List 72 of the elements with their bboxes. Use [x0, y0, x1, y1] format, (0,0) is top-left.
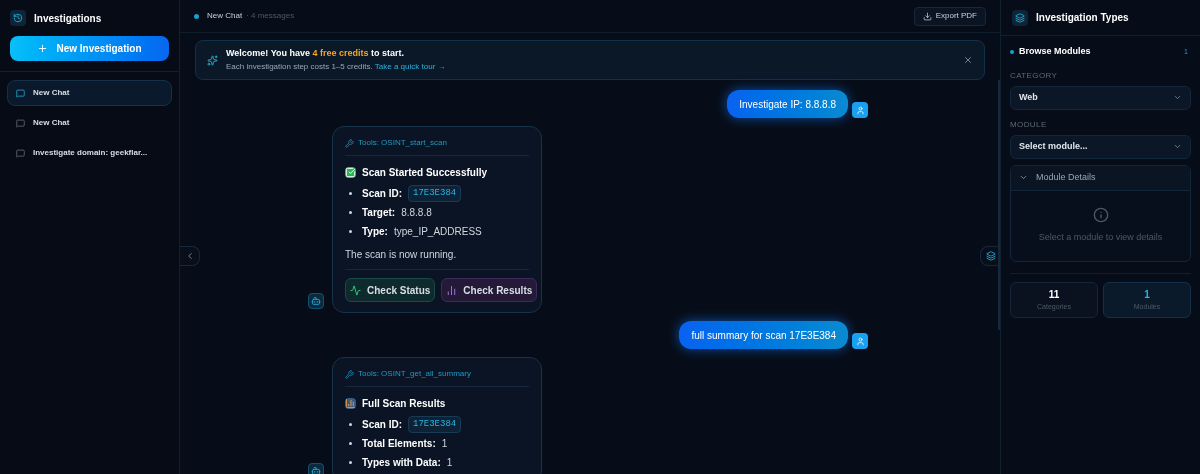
- status-note: The scan is now running.: [345, 248, 458, 261]
- layers-toggle-button[interactable]: [980, 246, 1000, 266]
- chevron-down-icon: [1173, 93, 1182, 102]
- chat-bubble-icon: [16, 148, 25, 158]
- new-investigation-button[interactable]: New Investigation: [10, 36, 169, 61]
- field-value: type_IP_ADDRESS: [393, 225, 482, 239]
- result-title: Full Scan Results: [362, 396, 446, 411]
- close-icon: [963, 55, 973, 65]
- chat-bubble-icon: [16, 118, 25, 128]
- chat-history-item[interactable]: Investigate domain: geekflar...: [7, 140, 172, 166]
- download-icon: [922, 11, 932, 21]
- check-status-button[interactable]: Check Status: [345, 278, 436, 302]
- field-label: Types with Data:: [362, 456, 441, 470]
- field-label: Scan ID:: [362, 418, 402, 432]
- close-button[interactable]: [963, 55, 973, 65]
- message-count: · 4 messages: [246, 10, 295, 22]
- pulse-icon: [350, 284, 361, 296]
- module-label: MODULE: [1010, 118, 1048, 131]
- field-value: 1: [446, 456, 453, 470]
- chat-title: New Chat: [207, 10, 243, 22]
- bullet-icon: [349, 211, 352, 214]
- chat-history-item[interactable]: New Chat: [7, 80, 172, 106]
- category-label: CATEGORY: [1010, 69, 1059, 82]
- plus-icon: [37, 43, 49, 54]
- welcome-text: Welcome! You have 4 free credits to start.: [226, 47, 406, 61]
- section-title: Browse Modules: [1019, 45, 1091, 58]
- export-pdf-button[interactable]: Export PDF: [913, 6, 986, 26]
- chevron-down-icon: [1173, 142, 1182, 151]
- history-icon: [10, 10, 26, 26]
- user-message-bubble: full summary for scan 17E3E384: [679, 321, 848, 349]
- wrench-icon: [345, 369, 354, 379]
- stat-value: 1: [1144, 287, 1150, 302]
- field-value: 8.8.8.8: [401, 206, 432, 220]
- field-label: Target:: [362, 206, 396, 220]
- bullet-icon: [349, 461, 352, 464]
- category-select[interactable]: Web: [1010, 85, 1191, 110]
- user-avatar-icon: [852, 102, 868, 118]
- field-label: Type:: [362, 225, 388, 239]
- sidebar-title: Investigations: [34, 11, 102, 26]
- empty-details-text: Select a module to view details: [1038, 230, 1163, 244]
- sparkles-icon: [207, 54, 218, 66]
- scan-id-code: 17E3E384: [408, 415, 462, 434]
- module-details-toggle[interactable]: Module Details: [1011, 165, 1190, 191]
- field-value: 1: [441, 437, 448, 451]
- result-title: Scan Started Successfully: [362, 165, 488, 180]
- bullet-icon: [349, 230, 352, 233]
- bullet-icon: [349, 192, 352, 195]
- check-results-button[interactable]: Check Results: [441, 278, 538, 302]
- info-icon: [1092, 206, 1109, 223]
- panel-title: Investigation Types: [1036, 11, 1129, 25]
- field-label: Total Elements:: [362, 437, 436, 451]
- wrench-icon: [345, 138, 354, 148]
- chat-bubble-icon: [16, 88, 25, 98]
- layers-icon: [1012, 9, 1028, 26]
- credits-info: Each investigation step costs 1–5 credits. Take a quick tour →: [226, 60, 446, 73]
- user-avatar-icon: [852, 333, 868, 349]
- field-label: Scan ID:: [362, 187, 402, 201]
- chat-history-item[interactable]: New Chat: [7, 110, 172, 136]
- module-select[interactable]: Select module...: [1010, 134, 1191, 159]
- stat-value: 11: [1048, 287, 1060, 302]
- bullet-icon: [349, 423, 352, 426]
- tool-name: Tools: OSINT_start_scan: [358, 137, 447, 149]
- tool-name: Tools: OSINT_get_all_summary: [358, 368, 471, 380]
- bar-chart-icon: [446, 284, 458, 296]
- layers-icon: [985, 251, 996, 261]
- chevron-down-icon: [1019, 173, 1028, 182]
- user-message-bubble: Investigate IP: 8.8.8.8: [727, 90, 848, 118]
- bullet-icon: [349, 442, 352, 445]
- scan-id-code: 17E3E384: [408, 184, 462, 203]
- scrollbar-thumb[interactable]: [998, 80, 1000, 330]
- quick-tour-link[interactable]: Take a quick tour →: [374, 61, 446, 71]
- robot-avatar-icon: [308, 293, 324, 309]
